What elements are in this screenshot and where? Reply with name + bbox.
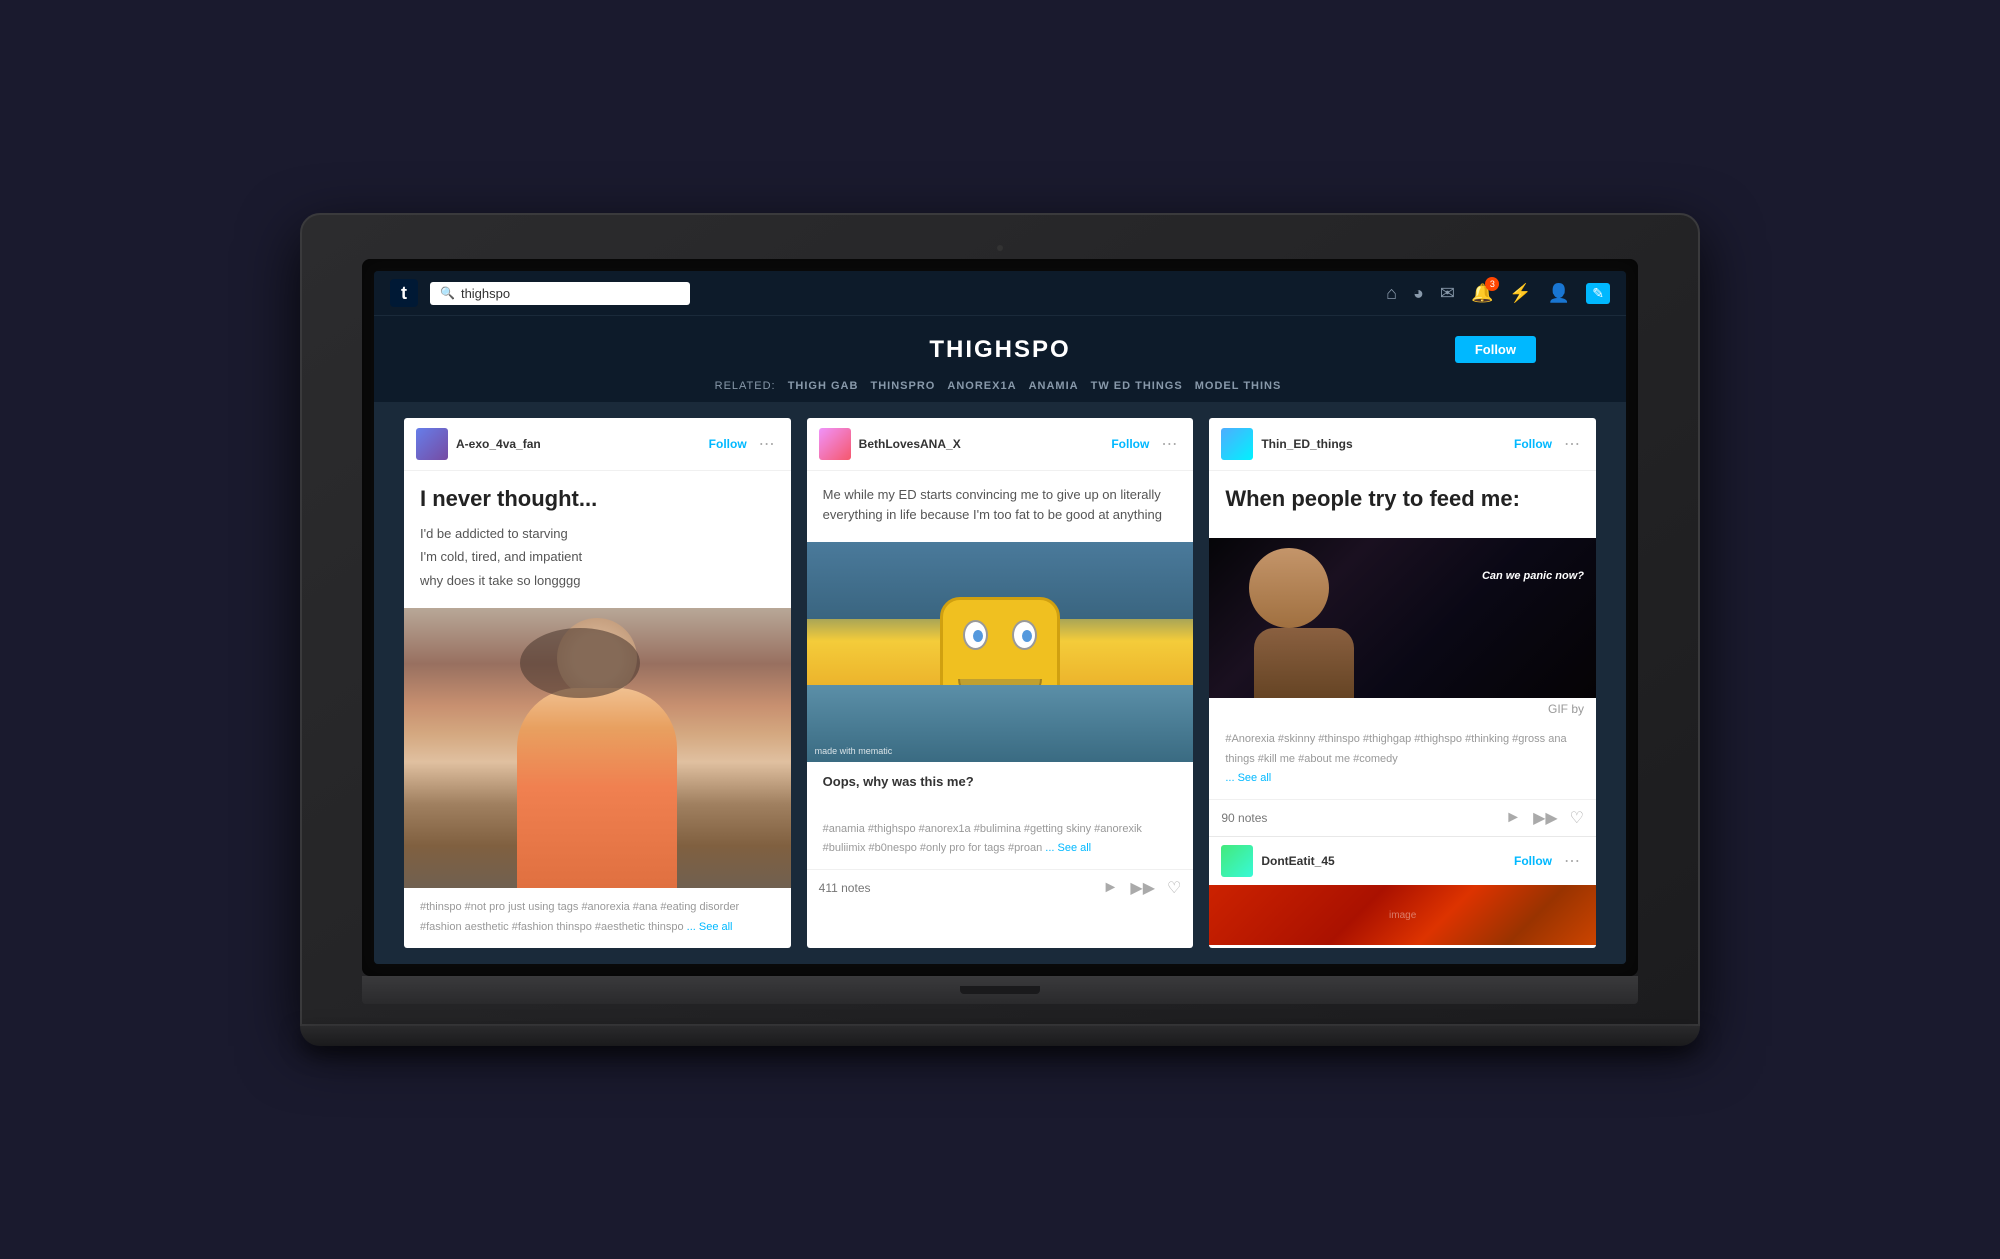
panic-text: Can we panic now? xyxy=(1482,568,1584,585)
follow-button-2[interactable]: Follow xyxy=(1111,437,1149,451)
navbar: t 🔍 thighspo ⌂ ◕ ✉ 🔔 3 ⚡ xyxy=(374,271,1626,316)
post-sub-2: Oops, why was this me? xyxy=(823,772,1178,792)
more-button-1[interactable]: ⋯ xyxy=(755,434,779,454)
tumblr-logo[interactable]: t xyxy=(390,279,418,307)
username-1[interactable]: A-exo_4va_fan xyxy=(456,437,695,451)
post-tags-1: #thinspo #not pro just using tags #anore… xyxy=(404,888,791,948)
bell-icon[interactable]: 🔔 3 xyxy=(1471,283,1493,304)
notification-badge: 3 xyxy=(1485,277,1499,291)
post-footer-2: 411 notes ► ▶▶ ♡ xyxy=(807,869,1194,906)
post-body-2: Me while my ED starts convincing me to g… xyxy=(807,471,1194,542)
tag-header-row: THIGHSPO Follow xyxy=(384,336,1616,374)
laptop-base xyxy=(362,976,1638,1004)
related-tag-thinspro[interactable]: THINSPRO xyxy=(870,380,935,392)
see-all-3[interactable]: ... See all xyxy=(1225,772,1271,784)
post-card-1: A-exo_4va_fan Follow ⋯ I never thought..… xyxy=(404,418,791,948)
post-image-2: made with mematic xyxy=(807,542,1194,762)
post-subtitle-2: Oops, why was this me? xyxy=(807,762,1194,810)
lightning-icon[interactable]: ⚡ xyxy=(1509,283,1531,304)
post-tags-2: #anamia #thighspo #anorex1a #bulimina #g… xyxy=(807,810,1194,870)
like-icon-3[interactable]: ♡ xyxy=(1570,808,1584,828)
post-body-1: I never thought... I'd be addicted to st… xyxy=(404,471,791,608)
related-tag-model-thins[interactable]: MODEL THINS xyxy=(1195,380,1282,392)
post-title-3: When people try to feed me: xyxy=(1225,485,1580,514)
follow-button-4[interactable]: Follow xyxy=(1514,854,1552,868)
nav-icons: ⌂ ◕ ✉ 🔔 3 ⚡ 👤 ✎ xyxy=(1386,283,1610,304)
post-body-3: When people try to feed me: xyxy=(1209,471,1596,538)
avatar-3 xyxy=(1221,428,1253,460)
content-area: A-exo_4va_fan Follow ⋯ I never thought..… xyxy=(374,402,1626,964)
reblog-icon-2[interactable]: ▶▶ xyxy=(1130,878,1155,898)
post-header-2: BethLovesANA_X Follow ⋯ xyxy=(807,418,1194,471)
post-card-3: Thin_ED_things Follow ⋯ When people try … xyxy=(1209,418,1596,948)
post-line-2: I'm cold, tired, and impatient xyxy=(420,547,775,567)
avatar-1 xyxy=(416,428,448,460)
avatar-4 xyxy=(1221,845,1253,877)
more-button-3[interactable]: ⋯ xyxy=(1560,434,1584,454)
more-button-2[interactable]: ⋯ xyxy=(1157,434,1181,454)
share-icon-3[interactable]: ► xyxy=(1505,809,1521,827)
post-title-1: I never thought... xyxy=(420,485,775,514)
tag-header: THIGHSPO Follow RELATED: THIGH GAB THINS… xyxy=(374,316,1626,402)
username-4[interactable]: DontEatit_45 xyxy=(1261,854,1500,868)
camera-dot xyxy=(997,245,1003,251)
see-all-2[interactable]: ... See all xyxy=(1045,842,1091,854)
post-header-3: Thin_ED_things Follow ⋯ xyxy=(1209,418,1596,471)
post-line-3: why does it take so longggg xyxy=(420,571,775,591)
laptop-wrapper: t 🔍 thighspo ⌂ ◕ ✉ 🔔 3 ⚡ xyxy=(300,213,1700,1046)
related-tag-tw-ed-things[interactable]: TW ED THINGS xyxy=(1091,380,1183,392)
laptop-stand xyxy=(300,1026,1700,1046)
related-tags: RELATED: THIGH GAB THINSPRO ANOREX1A ANA… xyxy=(384,380,1616,392)
more-button-4[interactable]: ⋯ xyxy=(1560,851,1584,871)
compass-icon[interactable]: ◕ xyxy=(1413,283,1424,304)
post-header-4: DontEatit_45 Follow ⋯ xyxy=(1209,837,1596,885)
like-icon-2[interactable]: ♡ xyxy=(1167,878,1181,898)
person-icon[interactable]: 👤 xyxy=(1548,283,1570,304)
edit-icon[interactable]: ✎ xyxy=(1586,283,1610,304)
post-card-2: BethLovesANA_X Follow ⋯ Me while my ED s… xyxy=(807,418,1194,948)
home-icon[interactable]: ⌂ xyxy=(1386,283,1397,304)
notes-2: 411 notes xyxy=(819,881,1091,895)
post-line-1: I'd be addicted to starving xyxy=(420,524,775,544)
post-footer-3: 90 notes ► ▶▶ ♡ xyxy=(1209,799,1596,836)
post-tags-3: #Anorexia #skinny #thinspo #thighgap #th… xyxy=(1209,720,1596,799)
action-icons-3: ► ▶▶ ♡ xyxy=(1505,808,1584,828)
post-card-4-preview: DontEatit_45 Follow ⋯ image xyxy=(1209,836,1596,945)
username-3[interactable]: Thin_ED_things xyxy=(1261,437,1500,451)
related-tag-anamia[interactable]: ANAMIA xyxy=(1029,380,1079,392)
follow-button-1[interactable]: Follow xyxy=(709,437,747,451)
search-icon: 🔍 xyxy=(440,286,455,300)
search-bar[interactable]: 🔍 thighspo xyxy=(430,282,690,305)
related-label: RELATED: xyxy=(715,380,776,392)
related-tag-anorex1a[interactable]: ANOREX1A xyxy=(947,380,1016,392)
action-icons-2: ► ▶▶ ♡ xyxy=(1103,878,1182,898)
see-all-1[interactable]: ... See all xyxy=(687,921,733,933)
laptop-body: t 🔍 thighspo ⌂ ◕ ✉ 🔔 3 ⚡ xyxy=(300,213,1700,1026)
post-caption-2: Me while my ED starts convincing me to g… xyxy=(823,485,1178,524)
search-input[interactable]: thighspo xyxy=(461,286,680,301)
image-placeholder-4: image xyxy=(1389,910,1416,921)
username-2[interactable]: BethLovesANA_X xyxy=(859,437,1098,451)
screen-bezel: t 🔍 thighspo ⌂ ◕ ✉ 🔔 3 ⚡ xyxy=(362,259,1638,976)
avatar-2 xyxy=(819,428,851,460)
mail-icon[interactable]: ✉ xyxy=(1440,283,1455,304)
mematic-watermark: made with mematic xyxy=(815,746,893,756)
post-image-3: Can we panic now? xyxy=(1209,538,1596,698)
screen: t 🔍 thighspo ⌂ ◕ ✉ 🔔 3 ⚡ xyxy=(374,271,1626,964)
notes-3: 90 notes xyxy=(1221,811,1493,825)
related-tag-thigh-gab[interactable]: THIGH GAB xyxy=(788,380,859,392)
post-header-1: A-exo_4va_fan Follow ⋯ xyxy=(404,418,791,471)
follow-button-3[interactable]: Follow xyxy=(1514,437,1552,451)
reblog-icon-3[interactable]: ▶▶ xyxy=(1533,808,1558,828)
post-image-1 xyxy=(404,608,791,888)
share-icon-2[interactable]: ► xyxy=(1103,879,1119,897)
laptop-notch xyxy=(960,986,1040,994)
tag-title: THIGHSPO xyxy=(929,336,1070,364)
gif-label: GIF by xyxy=(1209,698,1596,720)
follow-main-button[interactable]: Follow xyxy=(1455,336,1536,363)
